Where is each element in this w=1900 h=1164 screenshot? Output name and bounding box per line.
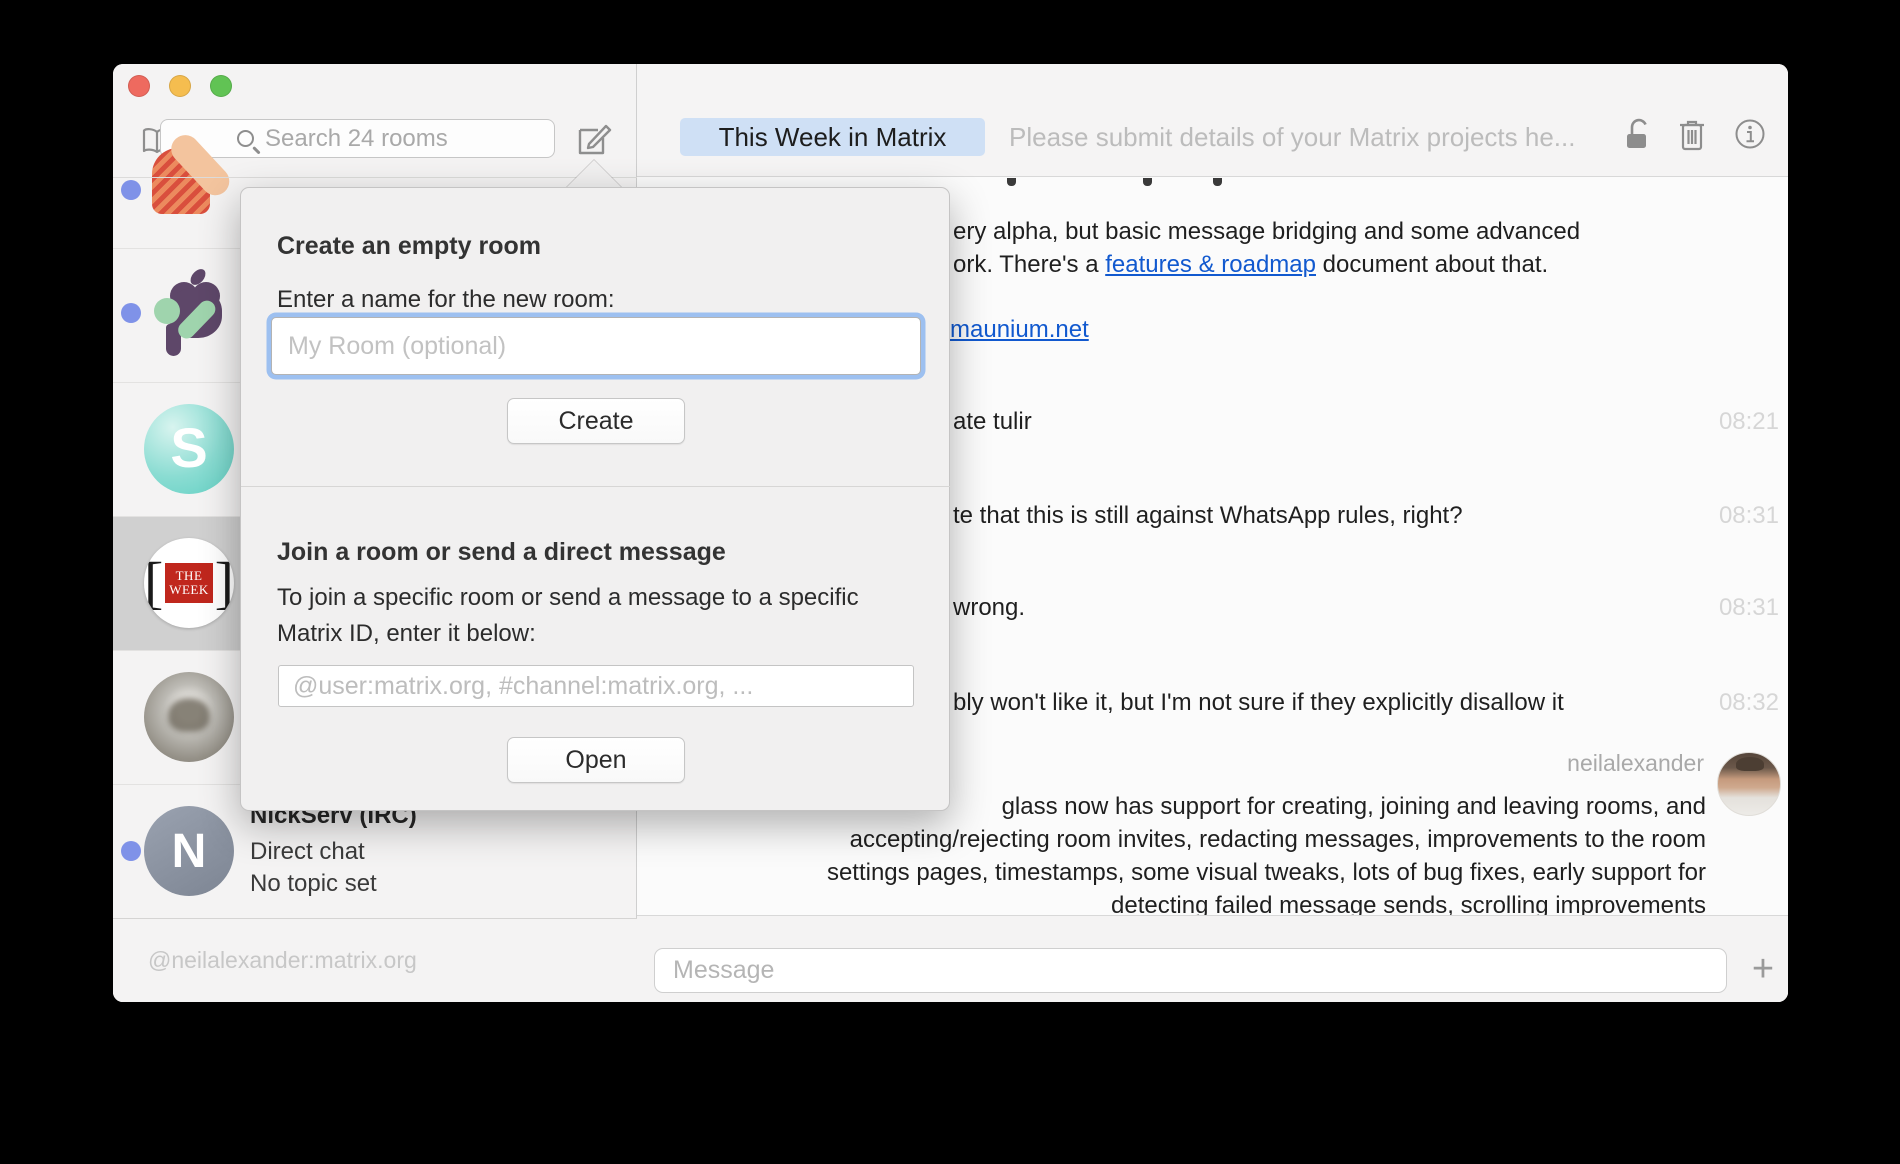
- message-text: maunium.net: [950, 316, 1089, 344]
- message-timestamp: 08:31: [1719, 594, 1779, 622]
- unread-dot: [121, 180, 141, 200]
- unread-dot: [121, 303, 141, 323]
- room-topic-text: Please submit details of your Matrix pro…: [1009, 122, 1604, 153]
- room-avatar-engraving: [144, 672, 234, 762]
- message-text: wrong.: [953, 594, 1025, 622]
- lock-open-icon: [1624, 118, 1654, 152]
- create-join-popover: Create an empty room Enter a name for th…: [240, 187, 950, 811]
- create-room-label: Enter a name for the new room:: [277, 286, 615, 314]
- room-topic: No topic set: [250, 870, 377, 898]
- popover-arrow: [565, 160, 623, 189]
- room-name-input[interactable]: [271, 317, 921, 375]
- join-room-input[interactable]: [278, 665, 914, 707]
- message-input[interactable]: [654, 948, 1727, 993]
- room-subtitle: Direct chat: [250, 838, 365, 866]
- popover-divider: [241, 486, 951, 487]
- message-text: ery alpha, but basic message bridging an…: [953, 218, 1580, 246]
- message-timestamp: 08:32: [1719, 689, 1779, 717]
- create-button[interactable]: Create: [507, 398, 685, 444]
- info-icon: [1734, 118, 1766, 150]
- sender-name: neilalexander: [1567, 750, 1704, 777]
- room-info-button[interactable]: [1734, 118, 1766, 150]
- room-avatar-apple-k: [144, 270, 234, 360]
- message-text: ate tulir: [953, 408, 1032, 436]
- close-button[interactable]: [128, 75, 150, 97]
- search-icon: [237, 130, 254, 147]
- attach-plus-button[interactable]: +: [1740, 946, 1786, 992]
- clipped-message-remnant: [1143, 178, 1152, 186]
- encryption-button[interactable]: [1624, 118, 1654, 152]
- search-input[interactable]: [263, 124, 478, 154]
- room-avatar-the-week: [ THE WEEK ]: [144, 538, 234, 628]
- trash-icon: [1677, 118, 1707, 152]
- room-avatar-striped-r: [144, 136, 234, 226]
- delete-room-button[interactable]: [1677, 118, 1707, 152]
- desktop-background: 11981 members S [ THE W: [0, 0, 1900, 1164]
- chat-header: This Week in Matrix Please submit detail…: [637, 64, 1788, 177]
- composer-bar: +: [637, 915, 1788, 1002]
- message-timestamp: 08:21: [1719, 408, 1779, 436]
- join-room-title: Join a room or send a direct message: [277, 538, 726, 567]
- sidebar-footer: @neilalexander:matrix.org: [113, 918, 637, 1002]
- message-text: te that this is still against WhatsApp r…: [953, 502, 1463, 530]
- maunium-link[interactable]: maunium.net: [950, 316, 1089, 343]
- message-timestamp: 08:31: [1719, 502, 1779, 530]
- clipped-message-remnant: [1007, 178, 1016, 186]
- account-id: @neilalexander:matrix.org: [148, 947, 417, 974]
- compose-room-button[interactable]: [575, 120, 613, 158]
- room-title: This Week in Matrix: [719, 122, 947, 153]
- join-room-description: To join a specific room or send a messag…: [277, 580, 907, 652]
- features-roadmap-link[interactable]: features & roadmap: [1105, 251, 1316, 278]
- minimize-button[interactable]: [169, 75, 191, 97]
- message-text: bly won't like it, but I'm not sure if t…: [953, 689, 1564, 717]
- zoom-button[interactable]: [210, 75, 232, 97]
- create-room-title: Create an empty room: [277, 232, 541, 261]
- open-button[interactable]: Open: [507, 737, 685, 783]
- seaglass-window: 11981 members S [ THE W: [113, 64, 1788, 1002]
- room-title-tab[interactable]: This Week in Matrix: [680, 118, 985, 156]
- room-avatar-s: S: [144, 404, 234, 494]
- message-text: ork. There's a features & roadmap docume…: [953, 251, 1548, 279]
- compose-icon: [575, 120, 613, 158]
- unread-dot: [121, 841, 141, 861]
- neilalexander-avatar: [1717, 752, 1781, 816]
- clipped-message-remnant: [1213, 178, 1222, 186]
- room-avatar-n: N: [144, 806, 234, 896]
